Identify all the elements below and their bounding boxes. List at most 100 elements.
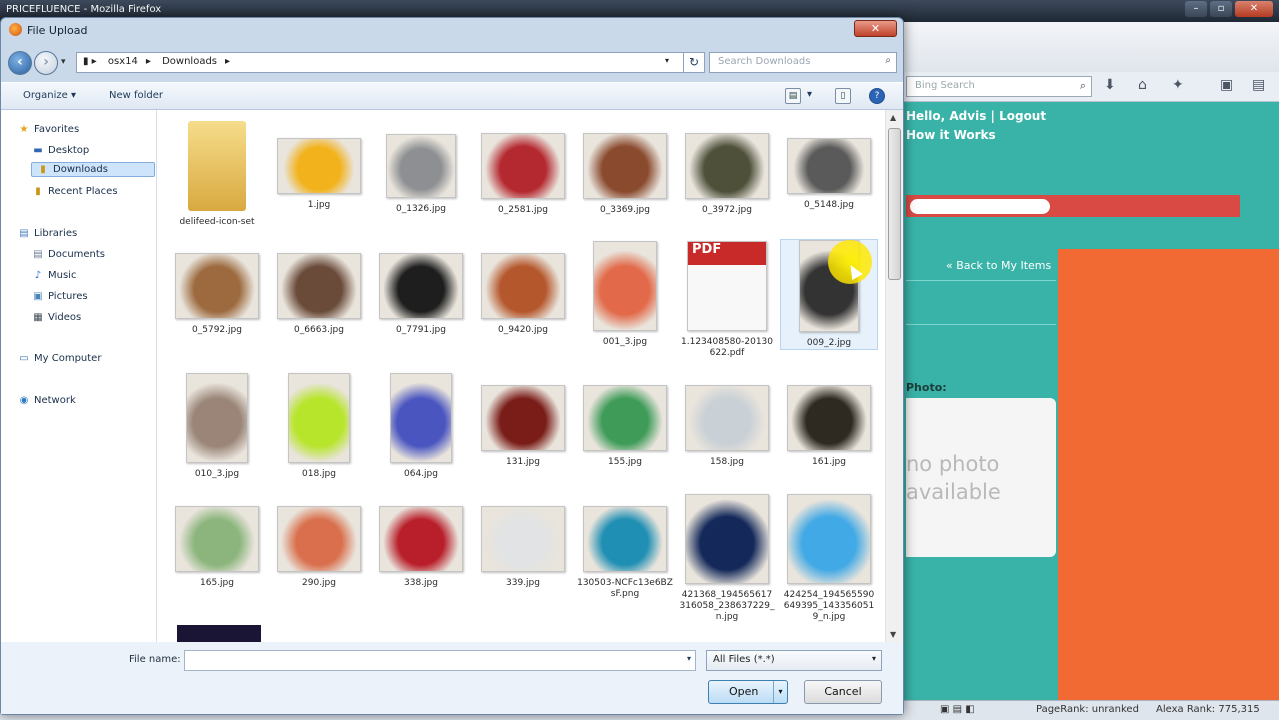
chevron-down-icon[interactable]: ▾ [872, 654, 876, 663]
file-item[interactable]: 130503-NCFc13e6BZsF.png [577, 493, 673, 600]
close-button[interactable]: ✕ [1235, 1, 1273, 17]
chevron-right-icon[interactable]: ▸ [146, 56, 151, 67]
file-item[interactable]: 1.jpg [271, 120, 367, 211]
back-button[interactable]: ‹ [8, 51, 32, 75]
image-thumbnail [685, 385, 769, 451]
file-name-input[interactable]: ▾ [184, 650, 696, 671]
nav-recent-places[interactable]: ▮ Recent Places [31, 186, 117, 197]
address-bar[interactable]: ▮ ▸ osx14 ▸ Downloads ▸ ▾ [76, 52, 684, 73]
file-item[interactable]: 165.jpg [169, 493, 265, 589]
home-icon[interactable]: ⌂ [1138, 77, 1147, 93]
site-search-input[interactable] [910, 199, 1050, 214]
file-item[interactable]: 0_2581.jpg [475, 120, 571, 216]
file-item[interactable]: 155.jpg [577, 372, 673, 468]
extension-icon[interactable]: ▣ [1220, 77, 1233, 93]
file-item[interactable]: 0_7791.jpg [373, 240, 469, 336]
file-name-caption: 001_3.jpg [602, 337, 648, 347]
organize-button[interactable]: Organize ▾ [23, 90, 76, 101]
image-thumbnail [277, 506, 361, 572]
file-name-dropdown-icon[interactable]: ▾ [687, 654, 691, 663]
file-item[interactable]: 064.jpg [373, 372, 469, 480]
file-item[interactable]: 001_3.jpg [577, 240, 673, 348]
refresh-button[interactable]: ↻ [683, 52, 705, 73]
search-icon[interactable]: ⌕ [1080, 79, 1086, 93]
greeting-line[interactable]: Hello, Advis | Logout [906, 107, 1046, 126]
nav-documents[interactable]: ▤ Documents [31, 249, 105, 260]
forward-button[interactable]: › [34, 51, 58, 75]
file-item[interactable]: 290.jpg [271, 493, 367, 589]
download-icon[interactable]: ⬇ [1104, 77, 1116, 93]
new-folder-button[interactable]: New folder [109, 90, 163, 101]
file-item[interactable]: 0_3369.jpg [577, 120, 673, 216]
browser-search-input[interactable]: Bing Search ⌕ [906, 76, 1092, 97]
firefox-icon [9, 23, 22, 36]
file-item[interactable]: 158.jpg [679, 372, 775, 468]
nav-desktop[interactable]: ▬ Desktop [31, 145, 89, 156]
folder-search-input[interactable]: Search Downloads ⌕ [709, 52, 897, 73]
image-thumbnail [386, 134, 456, 198]
view-dropdown-icon[interactable]: ▾ [807, 89, 812, 100]
file-item[interactable]: 338.jpg [373, 493, 469, 589]
folder-icon: ▮ ▸ [83, 56, 97, 67]
nav-downloads[interactable]: ▮ Downloads [31, 162, 155, 177]
back-to-items-link[interactable]: « Back to My Items [946, 259, 1051, 272]
nav-network[interactable]: ◉ Network [17, 395, 76, 406]
address-dropdown-icon[interactable]: ▾ [665, 56, 669, 65]
preview-pane-icon[interactable]: ▯ [835, 88, 851, 104]
file-item[interactable]: 161.jpg [781, 372, 877, 468]
nav-music[interactable]: ♪ Music [31, 270, 77, 281]
file-item[interactable]: 0_9420.jpg [475, 240, 571, 336]
nav-favorites[interactable]: ★ Favorites [17, 124, 80, 135]
image-thumbnail [583, 385, 667, 451]
minimize-button[interactable]: – [1185, 1, 1207, 17]
search-icon[interactable]: ⌕ [885, 55, 891, 66]
vertical-scrollbar[interactable]: ▲ ▼ [885, 110, 903, 642]
chevron-right-icon[interactable]: ▸ [225, 56, 230, 67]
dialog-close-button[interactable]: ✕ [854, 20, 897, 37]
file-name-caption: 009_2.jpg [806, 338, 852, 348]
bookmark-icon[interactable]: ✦ [1172, 77, 1184, 93]
cancel-button[interactable]: Cancel [804, 680, 882, 704]
breadcrumb-osx14[interactable]: osx14 [108, 56, 138, 67]
open-button[interactable]: Open ▾ [708, 680, 788, 704]
nav-videos[interactable]: ▦ Videos [31, 312, 81, 323]
file-name-caption: 064.jpg [404, 469, 438, 479]
scroll-thumb[interactable] [888, 128, 901, 280]
scroll-up-icon[interactable]: ▲ [890, 113, 896, 122]
file-item[interactable]: 010_3.jpg [169, 372, 265, 480]
file-item[interactable]: 0_3972.jpg [679, 120, 775, 216]
breadcrumb-downloads[interactable]: Downloads [162, 56, 217, 67]
how-it-works-link[interactable]: How it Works [906, 126, 1046, 145]
history-dropdown-icon[interactable]: ▾ [61, 57, 66, 67]
file-item[interactable]: PDF 1.123408580-20130622.pdf [679, 240, 775, 359]
file-item[interactable]: 421368_194565617316058_238637229_n.jpg [679, 493, 775, 623]
file-name-caption: 339.jpg [506, 578, 540, 588]
help-icon[interactable]: ? [869, 88, 885, 104]
network-icon: ◉ [19, 395, 29, 406]
folder-item[interactable]: delifeed-icon-set [169, 120, 265, 228]
file-item[interactable]: 0_6663.jpg [271, 240, 367, 336]
image-thumbnail [481, 253, 565, 319]
image-thumbnail[interactable] [177, 625, 261, 642]
file-item[interactable]: 131.jpg [475, 372, 571, 468]
folder-icon [188, 121, 246, 211]
file-item[interactable]: 018.jpg [271, 372, 367, 480]
open-dropdown-icon[interactable]: ▾ [773, 681, 787, 703]
view-options-icon[interactable]: ▤ [785, 88, 801, 104]
file-item[interactable]: 0_1326.jpg [373, 120, 469, 215]
maximize-button[interactable]: ▫ [1210, 1, 1232, 17]
image-thumbnail [175, 506, 259, 572]
nav-libraries[interactable]: ▤ Libraries [17, 228, 77, 239]
file-item[interactable]: 339.jpg [475, 493, 571, 589]
nav-my-computer[interactable]: ▭ My Computer [17, 353, 101, 364]
menu-icon[interactable]: ▤ [1252, 77, 1265, 93]
file-type-select[interactable]: All Files (*.*) ▾ [706, 650, 882, 671]
nav-pictures[interactable]: ▣ Pictures [31, 291, 87, 302]
download-folder-icon: ▮ [40, 164, 46, 175]
navigation-pane: ★ Favorites ▬ Desktop ▮ Downloads ▮ Recent P… [1, 110, 157, 642]
file-item[interactable]: 0_5792.jpg [169, 240, 265, 336]
file-name-caption: 0_1326.jpg [396, 204, 446, 214]
file-item[interactable]: 0_5148.jpg [781, 120, 877, 211]
scroll-down-icon[interactable]: ▼ [890, 630, 896, 639]
file-item[interactable]: 424254_194565590649395_1433560519_n.jpg [781, 493, 877, 623]
